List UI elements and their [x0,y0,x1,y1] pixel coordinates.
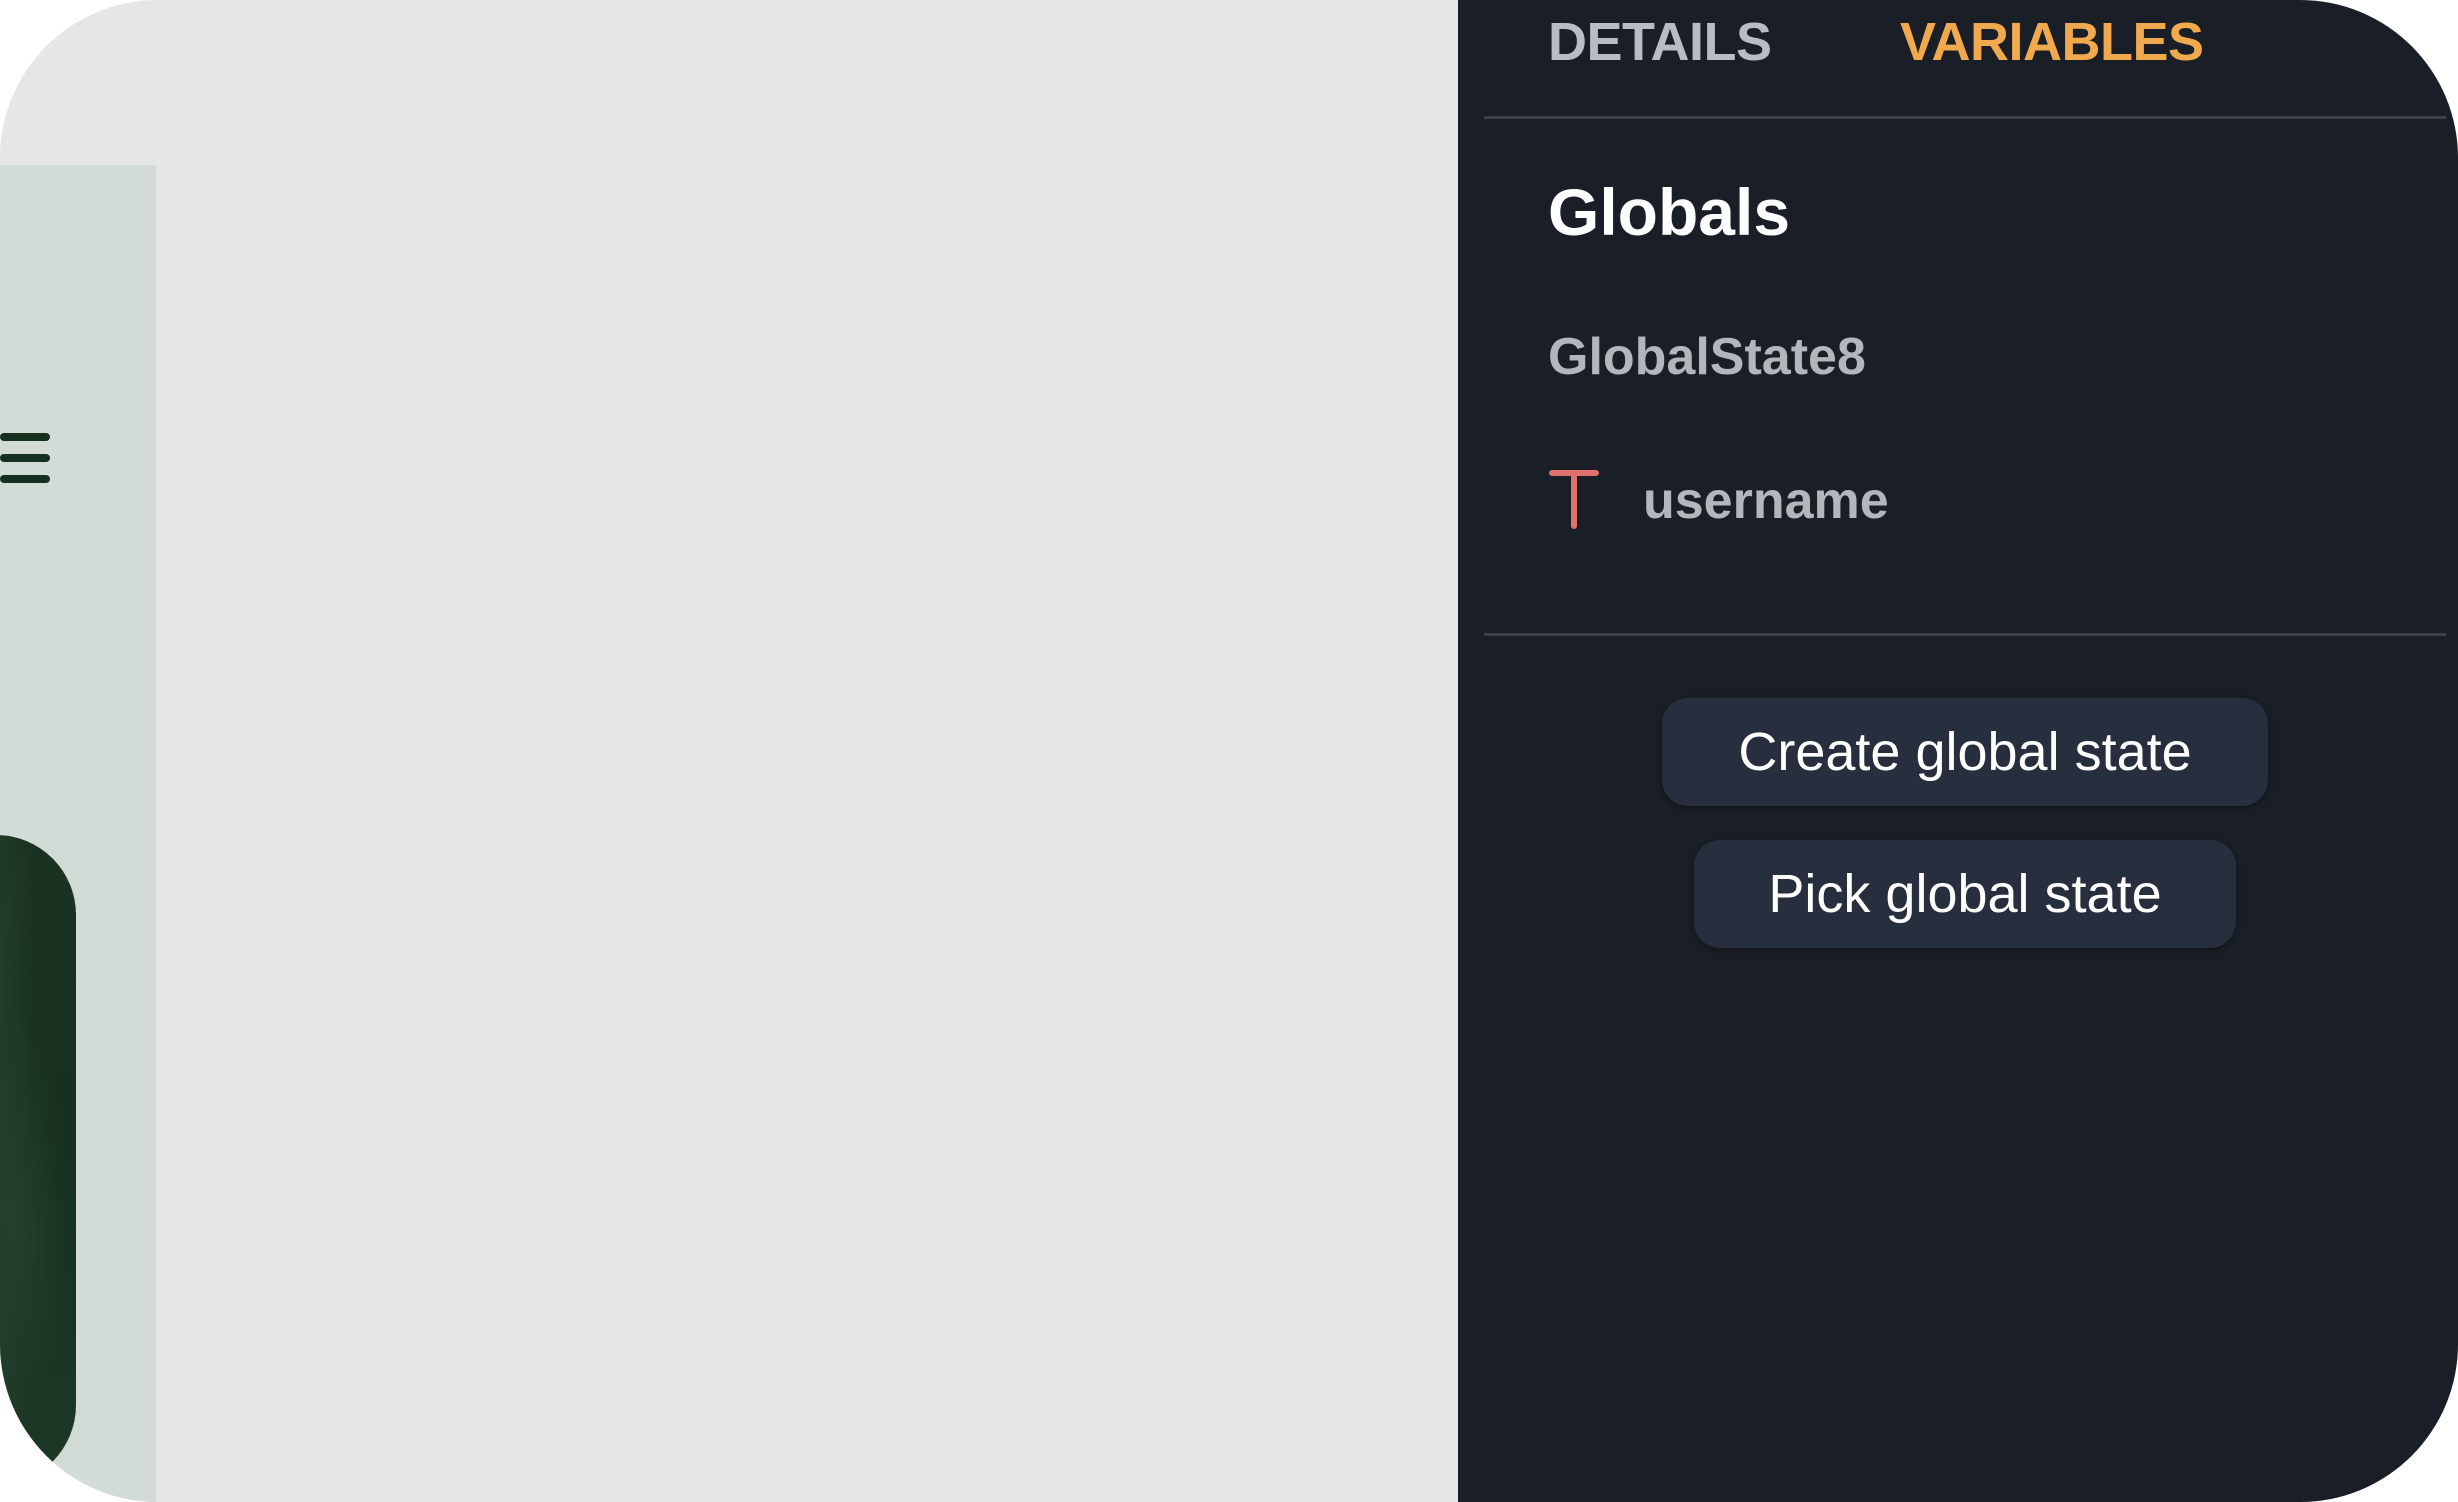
design-canvas[interactable] [0,0,1458,1502]
variable-row[interactable]: username [1548,462,2248,542]
panel-tabs: DETAILS VARIABLES [1548,0,2408,90]
global-state-name: GlobalState8 [1548,328,1866,386]
variable-name: username [1643,472,1889,530]
leaf-image [0,835,76,1485]
tab-variables[interactable]: VARIABLES [1900,10,2204,74]
text-type-icon [1549,470,1599,529]
properties-panel: DETAILS VARIABLES Globals GlobalState8 u… [1458,0,2458,1502]
section-divider [1484,633,2446,636]
section-title: Globals [1548,175,1791,249]
pick-global-state-button[interactable]: Pick global state [1694,840,2236,948]
create-global-state-button[interactable]: Create global state [1662,698,2268,806]
tab-details[interactable]: DETAILS [1548,10,1772,74]
tabs-divider [1484,116,2446,119]
hamburger-menu-icon[interactable] [0,433,50,485]
app-window: DETAILS VARIABLES Globals GlobalState8 u… [0,0,2458,1502]
